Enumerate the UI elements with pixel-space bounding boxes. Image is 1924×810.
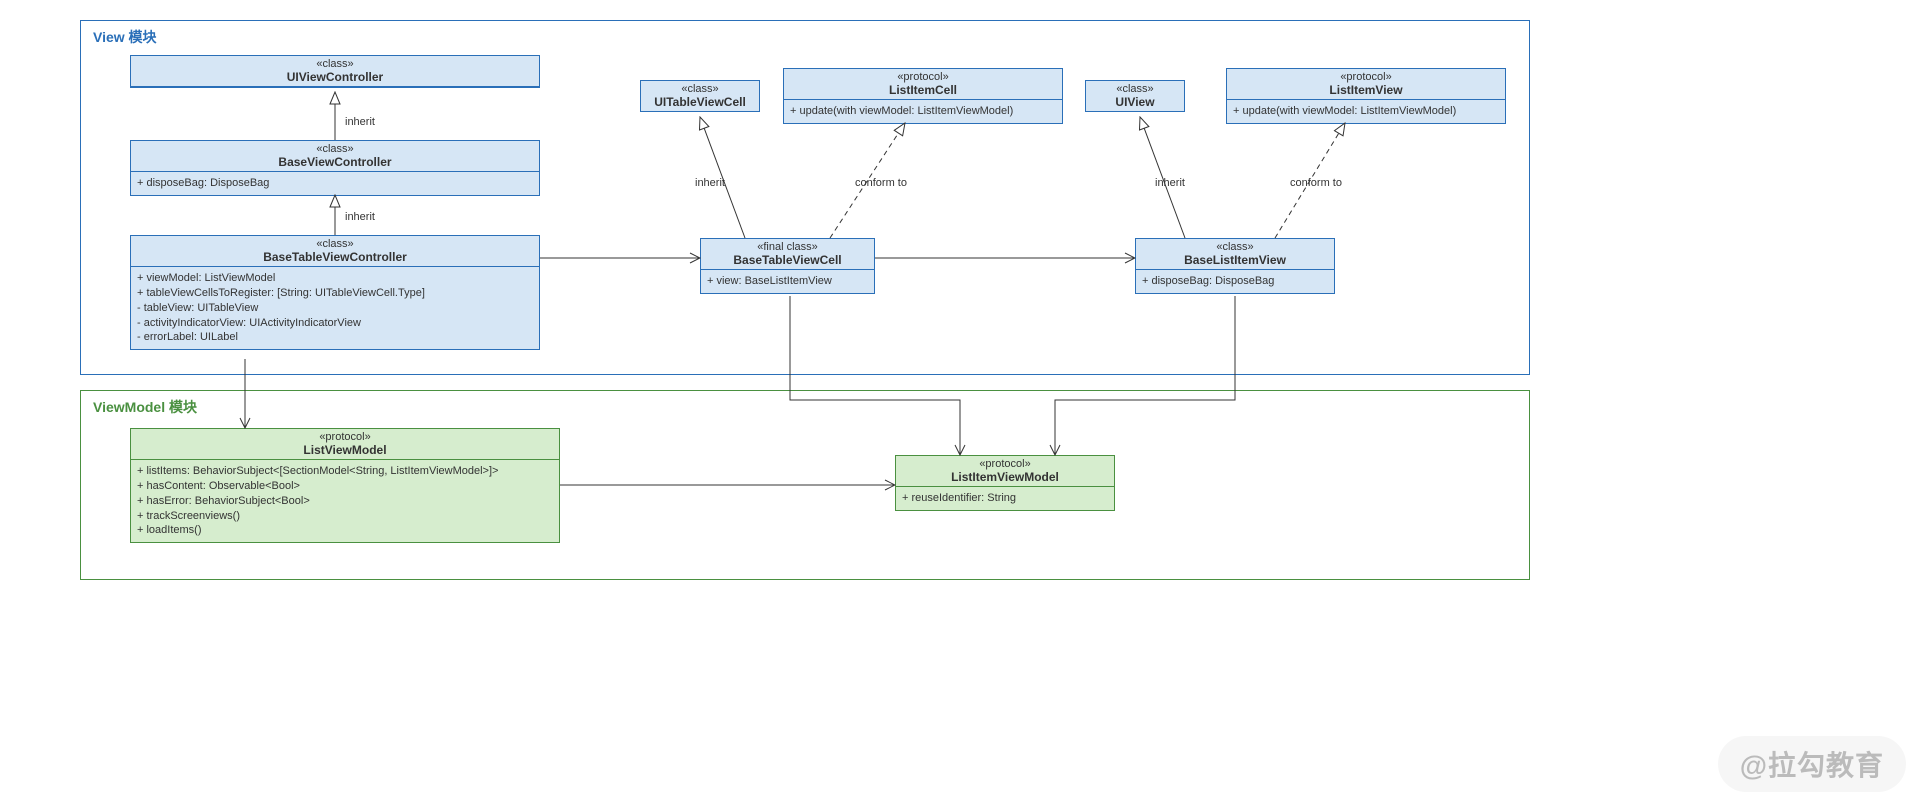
class-name: ListItemViewModel (902, 470, 1108, 484)
class-name: BaseTableViewCell (707, 253, 868, 267)
class-BaseViewController: «class» BaseViewController + disposeBag:… (130, 140, 540, 196)
class-name: UITableViewCell (647, 95, 753, 109)
class-UIView: «class» UIView (1085, 80, 1185, 112)
stereotype: «final class» (707, 241, 868, 253)
edge-label-inherit-4: inherit (1155, 177, 1185, 189)
stereotype: «class» (137, 238, 533, 250)
stereotype: «class» (137, 143, 533, 155)
class-name: BaseListItemView (1142, 253, 1328, 267)
watermark: @拉勾教育 (1718, 736, 1906, 792)
class-body: + reuseIdentifier: String (896, 487, 1114, 510)
stereotype: «class» (1092, 83, 1178, 95)
class-body: + update(with viewModel: ListItemViewMod… (1227, 100, 1505, 123)
stereotype: «class» (647, 83, 753, 95)
class-BaseListItemView: «class» BaseListItemView + disposeBag: D… (1135, 238, 1335, 294)
class-name: UIViewController (137, 70, 533, 84)
class-body: + disposeBag: DisposeBag (131, 172, 539, 195)
edge-label-conform-1: conform to (855, 177, 907, 189)
edge-label-inherit-3: inherit (695, 177, 725, 189)
class-UITableViewCell: «class» UITableViewCell (640, 80, 760, 112)
module-viewmodel-title: ViewModel 模块 (93, 397, 197, 417)
class-UIViewController: «class» UIViewController (130, 55, 540, 88)
class-BaseTableViewController: «class» BaseTableViewController + viewMo… (130, 235, 540, 350)
class-body: + listItems: BehaviorSubject<[SectionMod… (131, 460, 559, 542)
class-body: + disposeBag: DisposeBag (1136, 270, 1334, 293)
protocol-ListViewModel: «protocol» ListViewModel + listItems: Be… (130, 428, 560, 543)
class-name: BaseTableViewController (137, 250, 533, 264)
edge-label-inherit-2: inherit (345, 211, 375, 223)
stereotype: «protocol» (902, 458, 1108, 470)
class-body: + view: BaseListItemView (701, 270, 874, 293)
class-name: BaseViewController (137, 155, 533, 169)
class-name: ListViewModel (137, 443, 553, 457)
edge-label-inherit-1: inherit (345, 116, 375, 128)
edge-label-conform-2: conform to (1290, 177, 1342, 189)
class-name: ListItemView (1233, 83, 1499, 97)
class-body: + viewModel: ListViewModel + tableViewCe… (131, 267, 539, 349)
stereotype: «class» (1142, 241, 1328, 253)
protocol-ListItemCell: «protocol» ListItemCell + update(with vi… (783, 68, 1063, 124)
protocol-ListItemViewModel: «protocol» ListItemViewModel + reuseIden… (895, 455, 1115, 511)
stereotype: «protocol» (137, 431, 553, 443)
stereotype: «class» (137, 58, 533, 70)
class-BaseTableViewCell: «final class» BaseTableViewCell + view: … (700, 238, 875, 294)
stereotype: «protocol» (790, 71, 1056, 83)
module-view-title: View 模块 (93, 27, 157, 47)
protocol-ListItemView: «protocol» ListItemView + update(with vi… (1226, 68, 1506, 124)
class-name: UIView (1092, 95, 1178, 109)
class-body: + update(with viewModel: ListItemViewMod… (784, 100, 1062, 123)
class-name: ListItemCell (790, 83, 1056, 97)
stereotype: «protocol» (1233, 71, 1499, 83)
